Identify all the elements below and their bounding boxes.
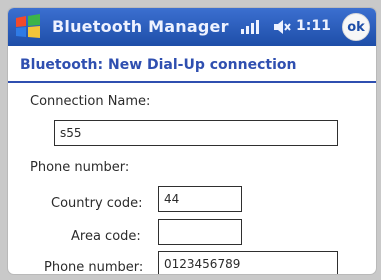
- windows-start-icon[interactable]: [14, 14, 42, 40]
- country-code-label: Country code:: [51, 196, 143, 211]
- title-bar: Bluetooth Manager 1:11 ok: [8, 8, 376, 46]
- phone-number-input[interactable]: 0123456789: [158, 251, 338, 274]
- signal-icon[interactable]: [240, 18, 260, 36]
- country-code-input[interactable]: 44: [158, 186, 242, 212]
- device-screen: Bluetooth Manager 1:11 ok Bluetooth: New…: [8, 8, 376, 274]
- heading-divider: [8, 81, 376, 83]
- phone-number-label: Phone number:: [44, 260, 144, 274]
- area-code-label: Area code:: [71, 229, 141, 244]
- connection-name-label: Connection Name:: [30, 94, 151, 109]
- area-code-input[interactable]: [158, 219, 242, 245]
- speaker-icon[interactable]: [272, 18, 292, 36]
- connection-name-input[interactable]: s55: [54, 120, 338, 146]
- page-title: Bluetooth: New Dial-Up connection: [8, 46, 376, 82]
- phone-number-section-label: Phone number:: [30, 160, 130, 175]
- app-title: Bluetooth Manager: [52, 17, 229, 36]
- ok-button[interactable]: ok: [342, 13, 370, 41]
- clock[interactable]: 1:11: [296, 18, 331, 34]
